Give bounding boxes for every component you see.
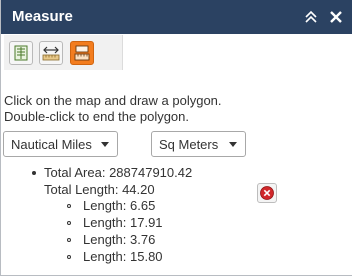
measure-tool-group bbox=[4, 35, 123, 70]
widget-title: Measure bbox=[12, 8, 73, 25]
segment-length-label: Length: bbox=[83, 198, 127, 213]
location-tool-button[interactable] bbox=[70, 41, 94, 65]
total-length-label: Total Length: bbox=[44, 182, 119, 197]
instruction-line-1: Click on the map and draw a polygon. bbox=[4, 93, 222, 108]
segment-length-4: Length: 15.80 bbox=[83, 249, 163, 264]
close-button[interactable] bbox=[326, 6, 346, 28]
segment-length-2: Length: 17.91 bbox=[83, 215, 163, 230]
segment-length-value: 3.76 bbox=[130, 232, 156, 247]
list-bullet bbox=[67, 238, 71, 242]
measure-widget: Measure Click on the map and draw a poly… bbox=[0, 0, 352, 276]
total-area: Total Area: 288747910.42 bbox=[44, 165, 192, 180]
segment-length-value: 6.65 bbox=[130, 198, 156, 213]
dropdown-arrow-icon bbox=[229, 142, 237, 147]
dropdown-arrow-icon bbox=[101, 142, 109, 147]
list-bullet bbox=[67, 204, 71, 208]
distance-tool-button[interactable] bbox=[39, 41, 63, 65]
distance-unit-value: Nautical Miles bbox=[11, 137, 92, 152]
widget-titlebar: Measure bbox=[1, 0, 352, 34]
segment-length-value: 17.91 bbox=[130, 215, 163, 230]
collapse-button[interactable] bbox=[301, 6, 321, 28]
total-length-value: 44.20 bbox=[122, 182, 155, 197]
total-area-value: 288747910.42 bbox=[109, 165, 193, 180]
segment-length-1: Length: 6.65 bbox=[83, 198, 155, 213]
segment-length-3: Length: 3.76 bbox=[83, 232, 155, 247]
list-bullet bbox=[67, 255, 71, 259]
total-length: Total Length: 44.20 bbox=[44, 182, 155, 197]
area-unit-select[interactable]: Sq Meters bbox=[151, 131, 246, 157]
clear-icon bbox=[260, 186, 274, 200]
area-measure-icon bbox=[14, 45, 28, 61]
area-unit-value: Sq Meters bbox=[159, 137, 219, 152]
segment-length-label: Length: bbox=[83, 215, 127, 230]
segment-length-label: Length: bbox=[83, 249, 127, 264]
double-chevron-up-icon bbox=[305, 10, 317, 23]
distance-unit-select[interactable]: Nautical Miles bbox=[3, 131, 118, 157]
close-icon bbox=[330, 11, 342, 23]
location-measure-icon bbox=[74, 45, 90, 61]
distance-measure-icon bbox=[42, 46, 60, 61]
segment-length-label: Length: bbox=[83, 232, 127, 247]
total-area-label: Total Area: bbox=[44, 165, 106, 180]
clear-results-button[interactable] bbox=[257, 183, 277, 203]
instruction-line-2: Double-click to end the polygon. bbox=[4, 109, 190, 124]
list-bullet bbox=[32, 171, 36, 175]
area-tool-button[interactable] bbox=[9, 41, 33, 65]
segment-length-value: 15.80 bbox=[130, 249, 163, 264]
list-bullet bbox=[67, 221, 71, 225]
